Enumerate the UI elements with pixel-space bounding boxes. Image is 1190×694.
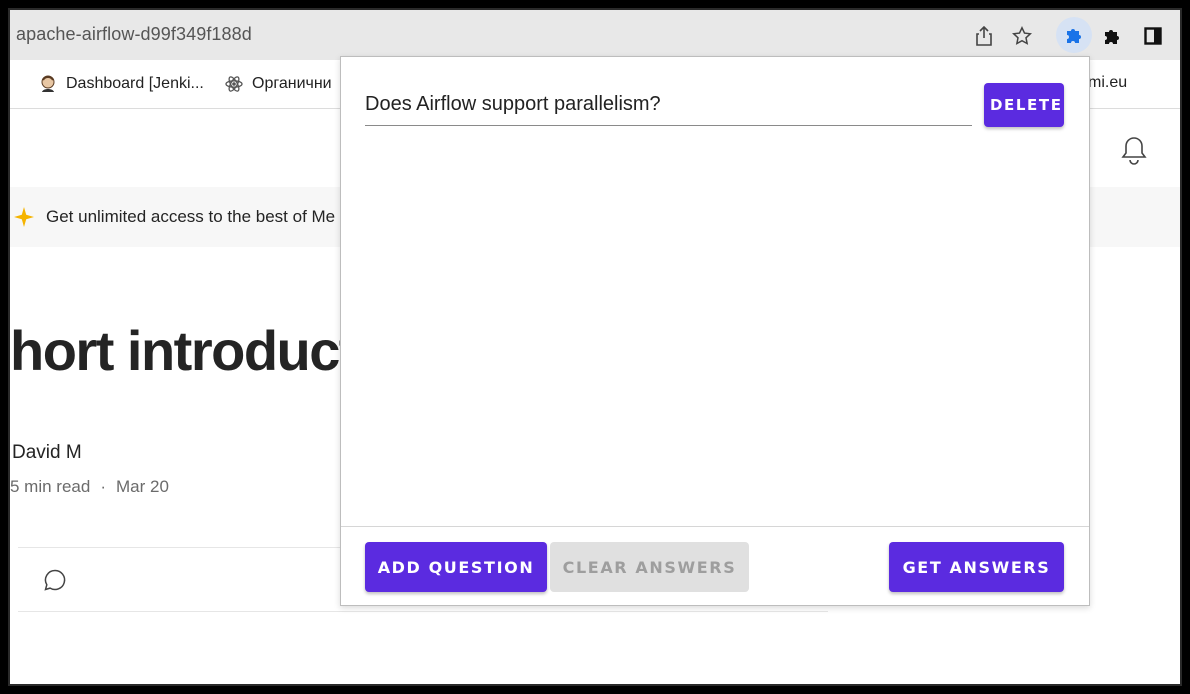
delete-button[interactable]: DELETE — [984, 83, 1064, 127]
divider — [18, 611, 828, 612]
add-question-button[interactable]: ADD QUESTION — [365, 542, 547, 592]
sparkle-icon — [13, 206, 35, 233]
jenkins-icon — [38, 74, 58, 94]
publish-date: Mar 20 — [116, 477, 169, 496]
comment-icon[interactable] — [43, 568, 67, 597]
extensions-icon[interactable] — [1100, 24, 1124, 48]
article-headline: hort introducti — [10, 319, 372, 382]
get-answers-button[interactable]: GET ANSWERS — [889, 542, 1064, 592]
article-meta: 5 min read · Mar 20 — [10, 477, 169, 497]
bookmark-organic[interactable]: Органични — [224, 74, 332, 94]
bookmark-label: Dashboard [Jenki... — [66, 75, 204, 92]
atom-icon — [224, 74, 244, 94]
clear-answers-button[interactable]: CLEAR ANSWERS — [550, 542, 749, 592]
read-time: 5 min read — [10, 477, 91, 496]
browser-window: apache-airflow-d99f349f188d Dashboard [J… — [10, 10, 1180, 684]
star-icon[interactable] — [1010, 24, 1034, 48]
extension-puzzle-icon[interactable] — [1056, 17, 1092, 53]
bookmark-label: mi.eu — [1088, 74, 1128, 91]
sidebar-icon[interactable] — [1141, 24, 1165, 48]
share-icon[interactable] — [972, 24, 996, 48]
footer-divider — [341, 526, 1089, 527]
address-bar[interactable]: apache-airflow-d99f349f188d — [10, 10, 1180, 60]
question-field[interactable] — [365, 83, 972, 126]
meta-separator: · — [100, 477, 106, 496]
notification-bell-icon[interactable] — [1120, 135, 1148, 170]
banner-text: Get unlimited access to the best of Me — [46, 207, 336, 226]
question-input[interactable] — [365, 83, 972, 125]
bookmark-mi-eu[interactable]: mi.eu — [1088, 74, 1127, 92]
extension-popup: DELETE ADD QUESTION CLEAR ANSWERS GET AN… — [340, 56, 1090, 606]
bookmark-label: Органични — [252, 75, 332, 92]
url-text[interactable]: apache-airflow-d99f349f188d — [16, 24, 252, 45]
bookmark-jenkins[interactable]: Dashboard [Jenki... — [38, 74, 204, 94]
author-name[interactable]: David M — [12, 442, 82, 464]
